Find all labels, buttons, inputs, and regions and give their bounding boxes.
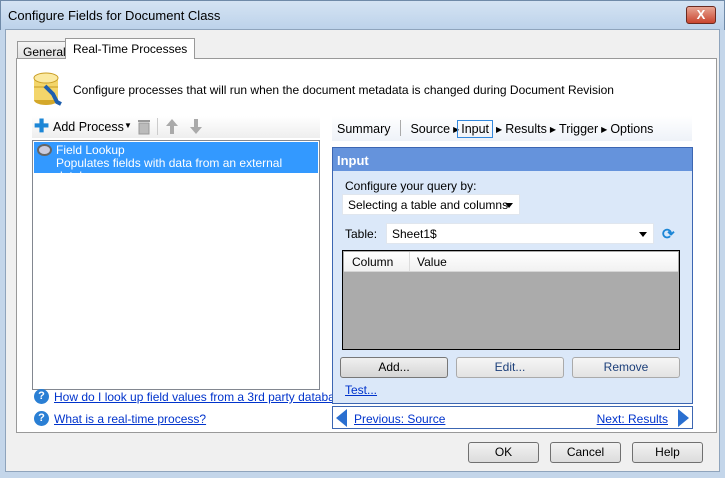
process-list[interactable]: Field Lookup Populates fields with data … (32, 140, 320, 390)
arrow-up-icon[interactable] (165, 118, 179, 135)
help-link-3rd-party[interactable]: How do I look up field values from a 3rd… (54, 390, 354, 404)
plus-icon[interactable]: ✚ (34, 117, 49, 135)
wizard-steps: Summary Source ▶ Input ▶ Results ▶ Trigger ▶ Opt… (332, 116, 692, 141)
arrow-right-icon: ▶ (601, 125, 608, 134)
columns-grid[interactable]: Column Value (342, 250, 680, 350)
list-item[interactable]: Field Lookup Populates fields with data … (34, 142, 318, 183)
step-input[interactable]: Input (457, 120, 494, 138)
add-button[interactable]: Add... (340, 357, 448, 378)
process-toolbar: ✚ Add Process ▼ (32, 116, 320, 138)
refresh-icon[interactable]: ⟳ (662, 225, 675, 243)
grid-header: Column Value (344, 252, 678, 272)
step-options[interactable]: Options (610, 122, 653, 136)
step-trigger[interactable]: Trigger (559, 122, 598, 136)
trash-icon[interactable] (137, 118, 151, 135)
database-plug-icon (33, 72, 62, 106)
ok-button[interactable]: OK (468, 442, 539, 463)
tab-real-time-processes[interactable]: Real-Time Processes (65, 38, 196, 59)
table-label: Table: (345, 227, 378, 241)
arrow-left-icon[interactable] (336, 409, 347, 427)
process-description: Populates fields with data from an exter… (56, 156, 283, 183)
table-value: Sheet1$ (392, 227, 437, 241)
step-source[interactable]: Source (410, 122, 450, 136)
page-description: Configure processes that will run when t… (73, 83, 614, 97)
field-lookup-icon (37, 144, 52, 156)
wizard-footer: Previous: Source Next: Results (332, 406, 693, 429)
toolbar-divider (157, 118, 158, 135)
arrow-right-icon: ▶ (549, 125, 557, 134)
arrow-right-icon: ▶ (496, 125, 503, 134)
step-summary[interactable]: Summary (337, 122, 390, 136)
configure-query-value: Selecting a table and columns (348, 198, 509, 212)
edit-button[interactable]: Edit... (456, 357, 564, 378)
add-process-button[interactable]: Add Process (53, 120, 124, 134)
step-divider (399, 120, 401, 136)
help-icon: ? (34, 411, 49, 426)
close-button[interactable]: X (686, 6, 716, 24)
test-link[interactable]: Test... (345, 383, 377, 397)
arrow-down-icon[interactable] (189, 118, 203, 135)
window-title: Configure Fields for Document Class (8, 8, 221, 23)
previous-link[interactable]: Previous: Source (354, 412, 445, 426)
remove-button[interactable]: Remove (572, 357, 680, 378)
header-divider (409, 252, 410, 271)
next-link[interactable]: Next: Results (597, 412, 668, 426)
table-dropdown[interactable]: Sheet1$ (386, 223, 654, 244)
column-header-value[interactable]: Value (417, 255, 447, 269)
help-link-real-time[interactable]: What is a real-time process? (54, 412, 206, 426)
input-panel-header: Input (332, 147, 693, 172)
chevron-down-icon (639, 232, 647, 237)
step-results[interactable]: Results (505, 122, 547, 136)
cancel-button[interactable]: Cancel (550, 442, 621, 463)
column-header-column[interactable]: Column (352, 255, 393, 269)
configure-query-dropdown[interactable]: Selecting a table and columns (342, 194, 520, 215)
dropdown-icon[interactable]: ▼ (124, 121, 132, 130)
help-button[interactable]: Help (632, 442, 703, 463)
chevron-down-icon (505, 203, 513, 208)
arrow-right-icon[interactable] (678, 409, 689, 427)
help-icon: ? (34, 389, 49, 404)
configure-label: Configure your query by: (345, 179, 477, 193)
